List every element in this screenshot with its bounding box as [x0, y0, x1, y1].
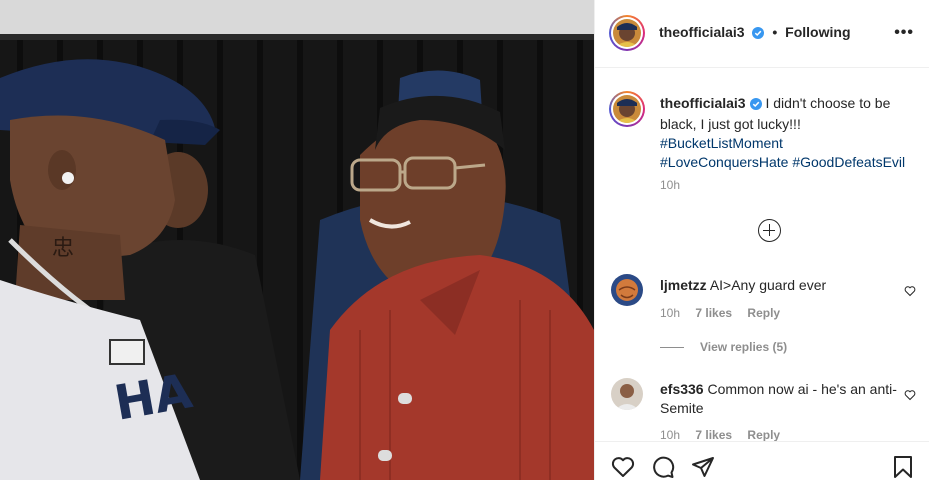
- verified-badge-icon: [752, 26, 765, 42]
- post-actions-bar: [595, 441, 929, 480]
- comment-likes[interactable]: 7 likes: [695, 428, 732, 442]
- commenter-username[interactable]: ljmetzz: [660, 277, 707, 293]
- comment-text: efs336 Common now ai - he's an anti-Semi…: [660, 380, 900, 418]
- post-time[interactable]: 10h: [660, 178, 680, 192]
- comment-meta: 10h 7 likes Reply: [660, 428, 792, 442]
- comment-meta: 10h 7 likes Reply: [660, 306, 792, 320]
- header-author: theofficialai3 • Following: [659, 24, 851, 42]
- share-paper-plane-icon[interactable]: [691, 455, 715, 480]
- load-more-comments-icon[interactable]: [758, 219, 781, 242]
- comment-like-heart-icon[interactable]: [904, 388, 916, 406]
- hashtag-link[interactable]: #GoodDefeatsEvil: [792, 154, 905, 170]
- post-image: 忠 HA: [0, 0, 594, 480]
- comment-like-heart-icon[interactable]: [904, 284, 916, 302]
- reply-button[interactable]: Reply: [747, 428, 780, 442]
- caption-username[interactable]: theofficialai3: [660, 95, 746, 111]
- post-photo[interactable]: 忠 HA: [0, 0, 594, 480]
- commenter-avatar[interactable]: [611, 274, 643, 306]
- commenter-username[interactable]: efs336: [660, 381, 704, 397]
- reply-button[interactable]: Reply: [747, 306, 780, 320]
- view-replies-label: View replies (5): [700, 340, 788, 354]
- caption-text: theofficialai3 I didn't choose to be bla…: [660, 94, 920, 172]
- like-heart-icon[interactable]: [611, 455, 635, 480]
- more-options-icon[interactable]: •••: [894, 24, 914, 42]
- comment-likes[interactable]: 7 likes: [695, 306, 732, 320]
- comment-bubble-icon[interactable]: [651, 455, 675, 480]
- replies-divider: [660, 347, 684, 349]
- save-bookmark-icon[interactable]: [891, 455, 915, 480]
- view-replies-button[interactable]: View replies (5): [660, 340, 787, 354]
- comment-body: AI>Any guard ever: [709, 277, 827, 293]
- post-sidebar: theofficialai3 • Following ••• theoffici…: [594, 0, 929, 480]
- separator-dot: •: [772, 24, 778, 40]
- following-button[interactable]: Following: [785, 24, 850, 40]
- post-header: theofficialai3 • Following •••: [595, 0, 929, 68]
- verified-badge-icon: [749, 96, 762, 115]
- author-avatar[interactable]: [609, 15, 645, 51]
- author-username[interactable]: theofficialai3: [659, 24, 745, 40]
- comment-time[interactable]: 10h: [660, 428, 680, 442]
- commenter-avatar[interactable]: [611, 378, 643, 410]
- caption-avatar[interactable]: [609, 91, 645, 127]
- comment-time[interactable]: 10h: [660, 306, 680, 320]
- hashtag-link[interactable]: #LoveConquersHate: [660, 154, 788, 170]
- svg-text:忠: 忠: [52, 236, 74, 261]
- hashtag-link[interactable]: #BucketListMoment: [660, 135, 783, 151]
- comment-text: ljmetzz AI>Any guard ever: [660, 276, 900, 295]
